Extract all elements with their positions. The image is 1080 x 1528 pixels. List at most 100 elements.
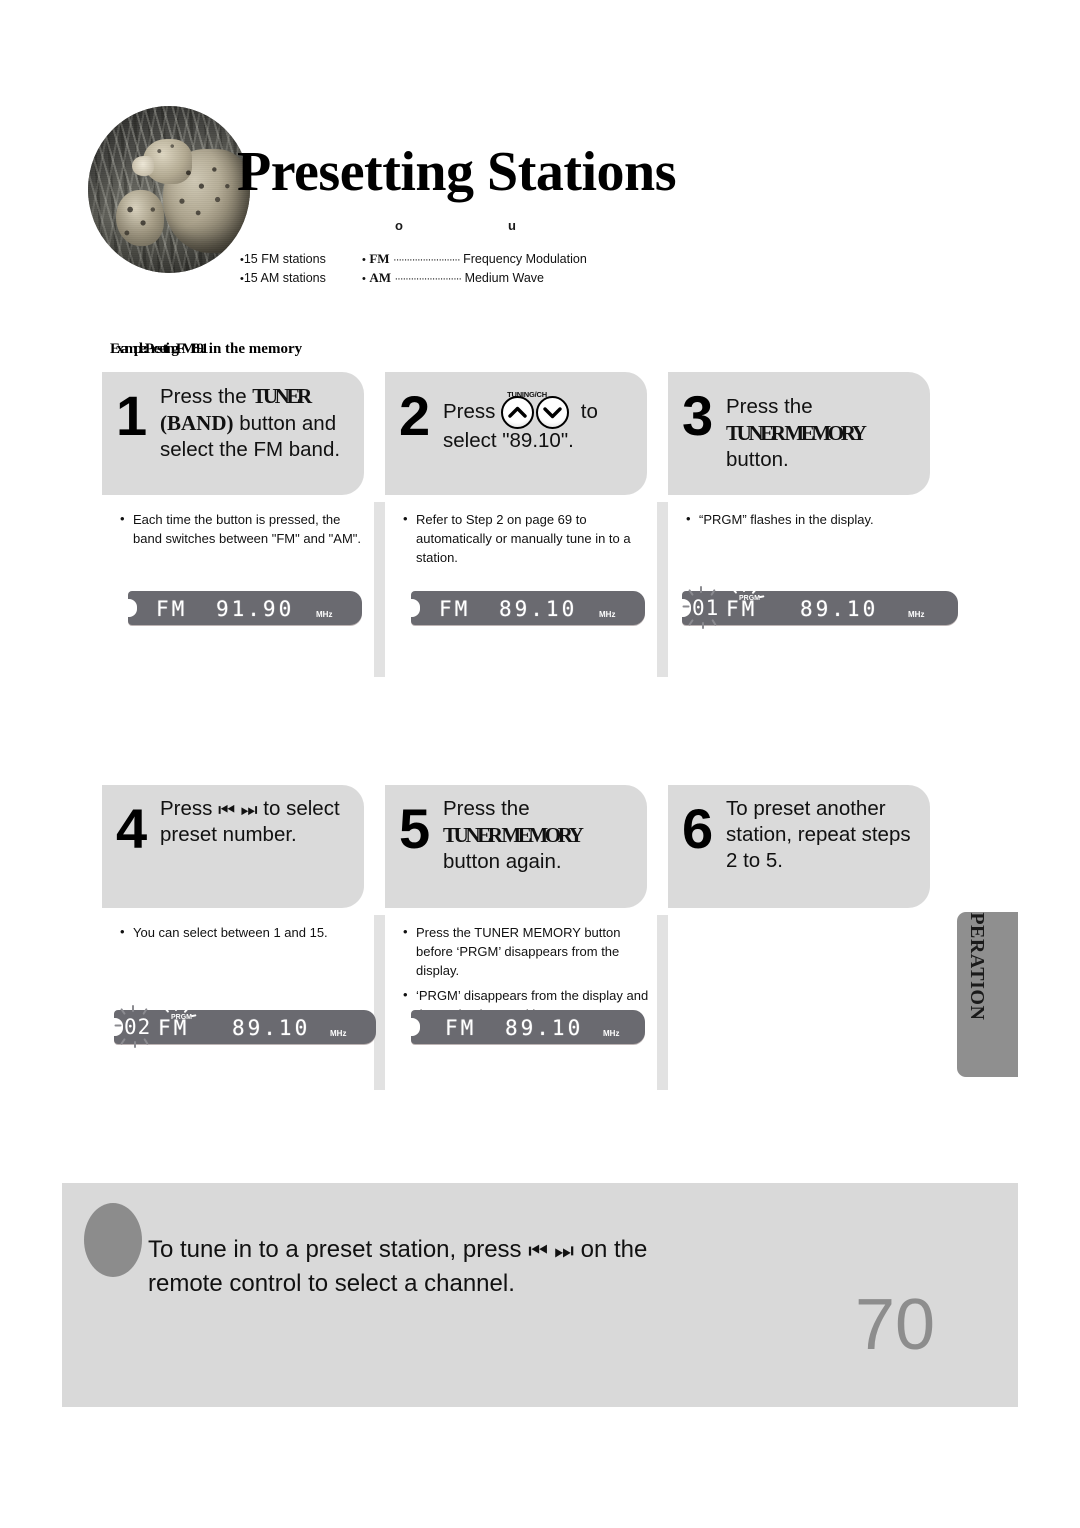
step-emphasis-2: (BAND) (160, 411, 234, 435)
tuning-up-button[interactable] (501, 396, 535, 429)
step-column-5: 5 Press the TUNER MEMORY button again. P… (385, 785, 657, 1090)
lcd-frequency: 89.10 (232, 1016, 311, 1040)
note-item: You can select between 1 and 15. (120, 922, 366, 942)
lcd-unit: MHz (603, 1029, 620, 1038)
step-notes-1: Each time the button is pressed, the ban… (120, 509, 366, 554)
column-divider (657, 502, 668, 677)
lcd-band: FM (445, 1016, 477, 1040)
step-number: 6 (682, 797, 714, 860)
capacity-item: •15 AM stations (240, 269, 350, 288)
glossary-item: • AM ························· Medium Wa… (362, 269, 692, 288)
glossary-definition: Medium Wave (464, 271, 544, 285)
step-instruction: Press TUNING/CH to select "89.10". (443, 390, 641, 454)
step-notes-2: Refer to Step 2 on page 69 to automatica… (403, 509, 649, 573)
footer-text-before: To tune in to a preset station, press (148, 1236, 529, 1263)
lcd-frequency: 89.10 (800, 597, 879, 621)
skip-track-icons[interactable]: ⏮ ⏭ (218, 801, 257, 820)
note-item: “PRGM” flashes in the display. (686, 509, 932, 529)
section-tab-radio-operation: RADIO OPERATION (957, 912, 1018, 1077)
step-instruction: To preset another station, repeat steps … (726, 797, 911, 872)
column-marker-right: u (508, 218, 516, 233)
example-caption: Example: Presetting FM 89.1 in the memor… (110, 341, 302, 358)
step-card-2: 2 Press TUNING/CH to select "89.10". (385, 372, 647, 495)
capacity-item: •15 FM stations (240, 250, 350, 269)
column-divider (657, 915, 668, 1090)
column-divider (374, 915, 385, 1090)
footer-text-after: on the (573, 1236, 648, 1263)
step-number: 1 (116, 384, 148, 447)
lcd-frequency: 89.10 (499, 597, 578, 621)
step-column-2: 2 Press TUNING/CH to select "89.10". Ref… (385, 372, 657, 677)
cheetah-photo (88, 106, 250, 273)
lcd-display-1: FM 91.90 MHz (128, 591, 362, 625)
step-text-after: button. (726, 448, 789, 471)
note-text: Press the TUNER MEMORY button before ‘PR… (416, 925, 621, 978)
glossary-term: FM (369, 251, 390, 266)
section-tab-label: RADIO OPERATION (965, 912, 988, 1021)
note-item: Refer to Step 2 on page 69 to automatica… (403, 509, 649, 567)
page-header: Presetting Stations o u •15 FM stations … (0, 0, 1080, 320)
tuning-ch-buttons[interactable]: TUNING/CH (501, 390, 575, 429)
glossary-term: AM (369, 270, 392, 285)
glossary-item: • FM ························· Frequency… (362, 250, 692, 269)
step-text-before: Press (160, 797, 219, 820)
tuning-down-button[interactable] (536, 396, 570, 429)
step-card-4: 4 Press ⏮ ⏭ to select preset number. (102, 785, 364, 908)
step-instruction: Press ⏮ ⏭ to select preset number. (160, 796, 358, 848)
example-suffix: in the memory (205, 341, 303, 357)
page-title: Presetting Stations (237, 141, 677, 203)
note-item: Each time the button is pressed, the ban… (120, 509, 366, 548)
lcd-unit: MHz (599, 610, 616, 619)
column-marker-left: o (395, 218, 403, 233)
step-card-5: 5 Press the TUNER MEMORY button again. (385, 785, 647, 908)
bullet-icon: • (362, 273, 366, 285)
lcd-display-5: FM 89.10 MHz (411, 1010, 645, 1044)
step-number: 2 (399, 384, 431, 447)
step-instruction: Press the TUNER MEMORY button. (726, 394, 924, 473)
lcd-unit: MHz (908, 610, 925, 619)
step-emphasis: TUNER MEMORY (726, 421, 867, 445)
chevron-up-icon (508, 406, 527, 418)
step-column-3: 3 Press the TUNER MEMORY button. “PRGM” … (668, 372, 958, 677)
step-emphasis: TUNER (252, 384, 312, 408)
footer-accent-ellipse (84, 1203, 142, 1277)
page-number: 70 (855, 1285, 936, 1365)
lcd-unit: MHz (316, 610, 333, 619)
bullet-icon: • (362, 254, 366, 266)
band-glossary-list: • FM ························· Frequency… (362, 250, 692, 288)
lcd-frequency: 91.90 (216, 597, 295, 621)
step-number: 3 (682, 384, 714, 447)
example-frequency: 89.1 (192, 341, 208, 357)
step-instruction: Press the TUNER(BAND) button and select … (160, 383, 358, 463)
lcd-display-4: 02 PRGM FM 89.10 MHz (114, 1005, 376, 1048)
step-notes-4: You can select between 1 and 15. (120, 922, 366, 948)
lcd-unit: MHz (330, 1029, 347, 1038)
lcd-frequency: 89.10 (505, 1016, 584, 1040)
lcd-band: FM (158, 1016, 190, 1040)
capacity-text: 15 AM stations (243, 271, 326, 285)
cheetah-medallion-image (74, 92, 264, 287)
step-text-before: Press (443, 400, 502, 423)
capacity-text: 15 FM stations (243, 252, 326, 266)
skip-track-icons[interactable]: ⏮ ⏭ (528, 1240, 574, 1262)
lcd-band: FM (439, 597, 471, 621)
steps-row-1: 1 Press the TUNER(BAND) button and selec… (0, 372, 1080, 677)
lcd-preset-number: 02 (124, 1015, 152, 1039)
lcd-display-3: 01 PRGM FM 89.10 MHz (682, 586, 958, 629)
step-text-before: Press the (160, 385, 253, 408)
footer-text-line2: remote control to select a channel. (148, 1270, 515, 1297)
step-text-after: button again. (443, 850, 562, 873)
leader-dots: ························· (393, 254, 461, 266)
lcd-band: FM (726, 597, 758, 621)
example-prefix: Example: Presetting FM (110, 341, 196, 357)
lcd-preset-number: 01 (692, 596, 720, 620)
lcd-band: FM (156, 597, 188, 621)
leader-dots: ························· (394, 273, 463, 285)
step-emphasis: TUNER MEMORY (443, 823, 584, 847)
step-notes-3: “PRGM” flashes in the display. (686, 509, 932, 535)
step-column-1: 1 Press the TUNER(BAND) button and selec… (102, 372, 374, 677)
step-card-6: 6 To preset another station, repeat step… (668, 785, 930, 908)
step-card-1: 1 Press the TUNER(BAND) button and selec… (102, 372, 364, 495)
step-number: 5 (399, 797, 431, 860)
step-column-6: 6 To preset another station, repeat step… (668, 785, 940, 1090)
